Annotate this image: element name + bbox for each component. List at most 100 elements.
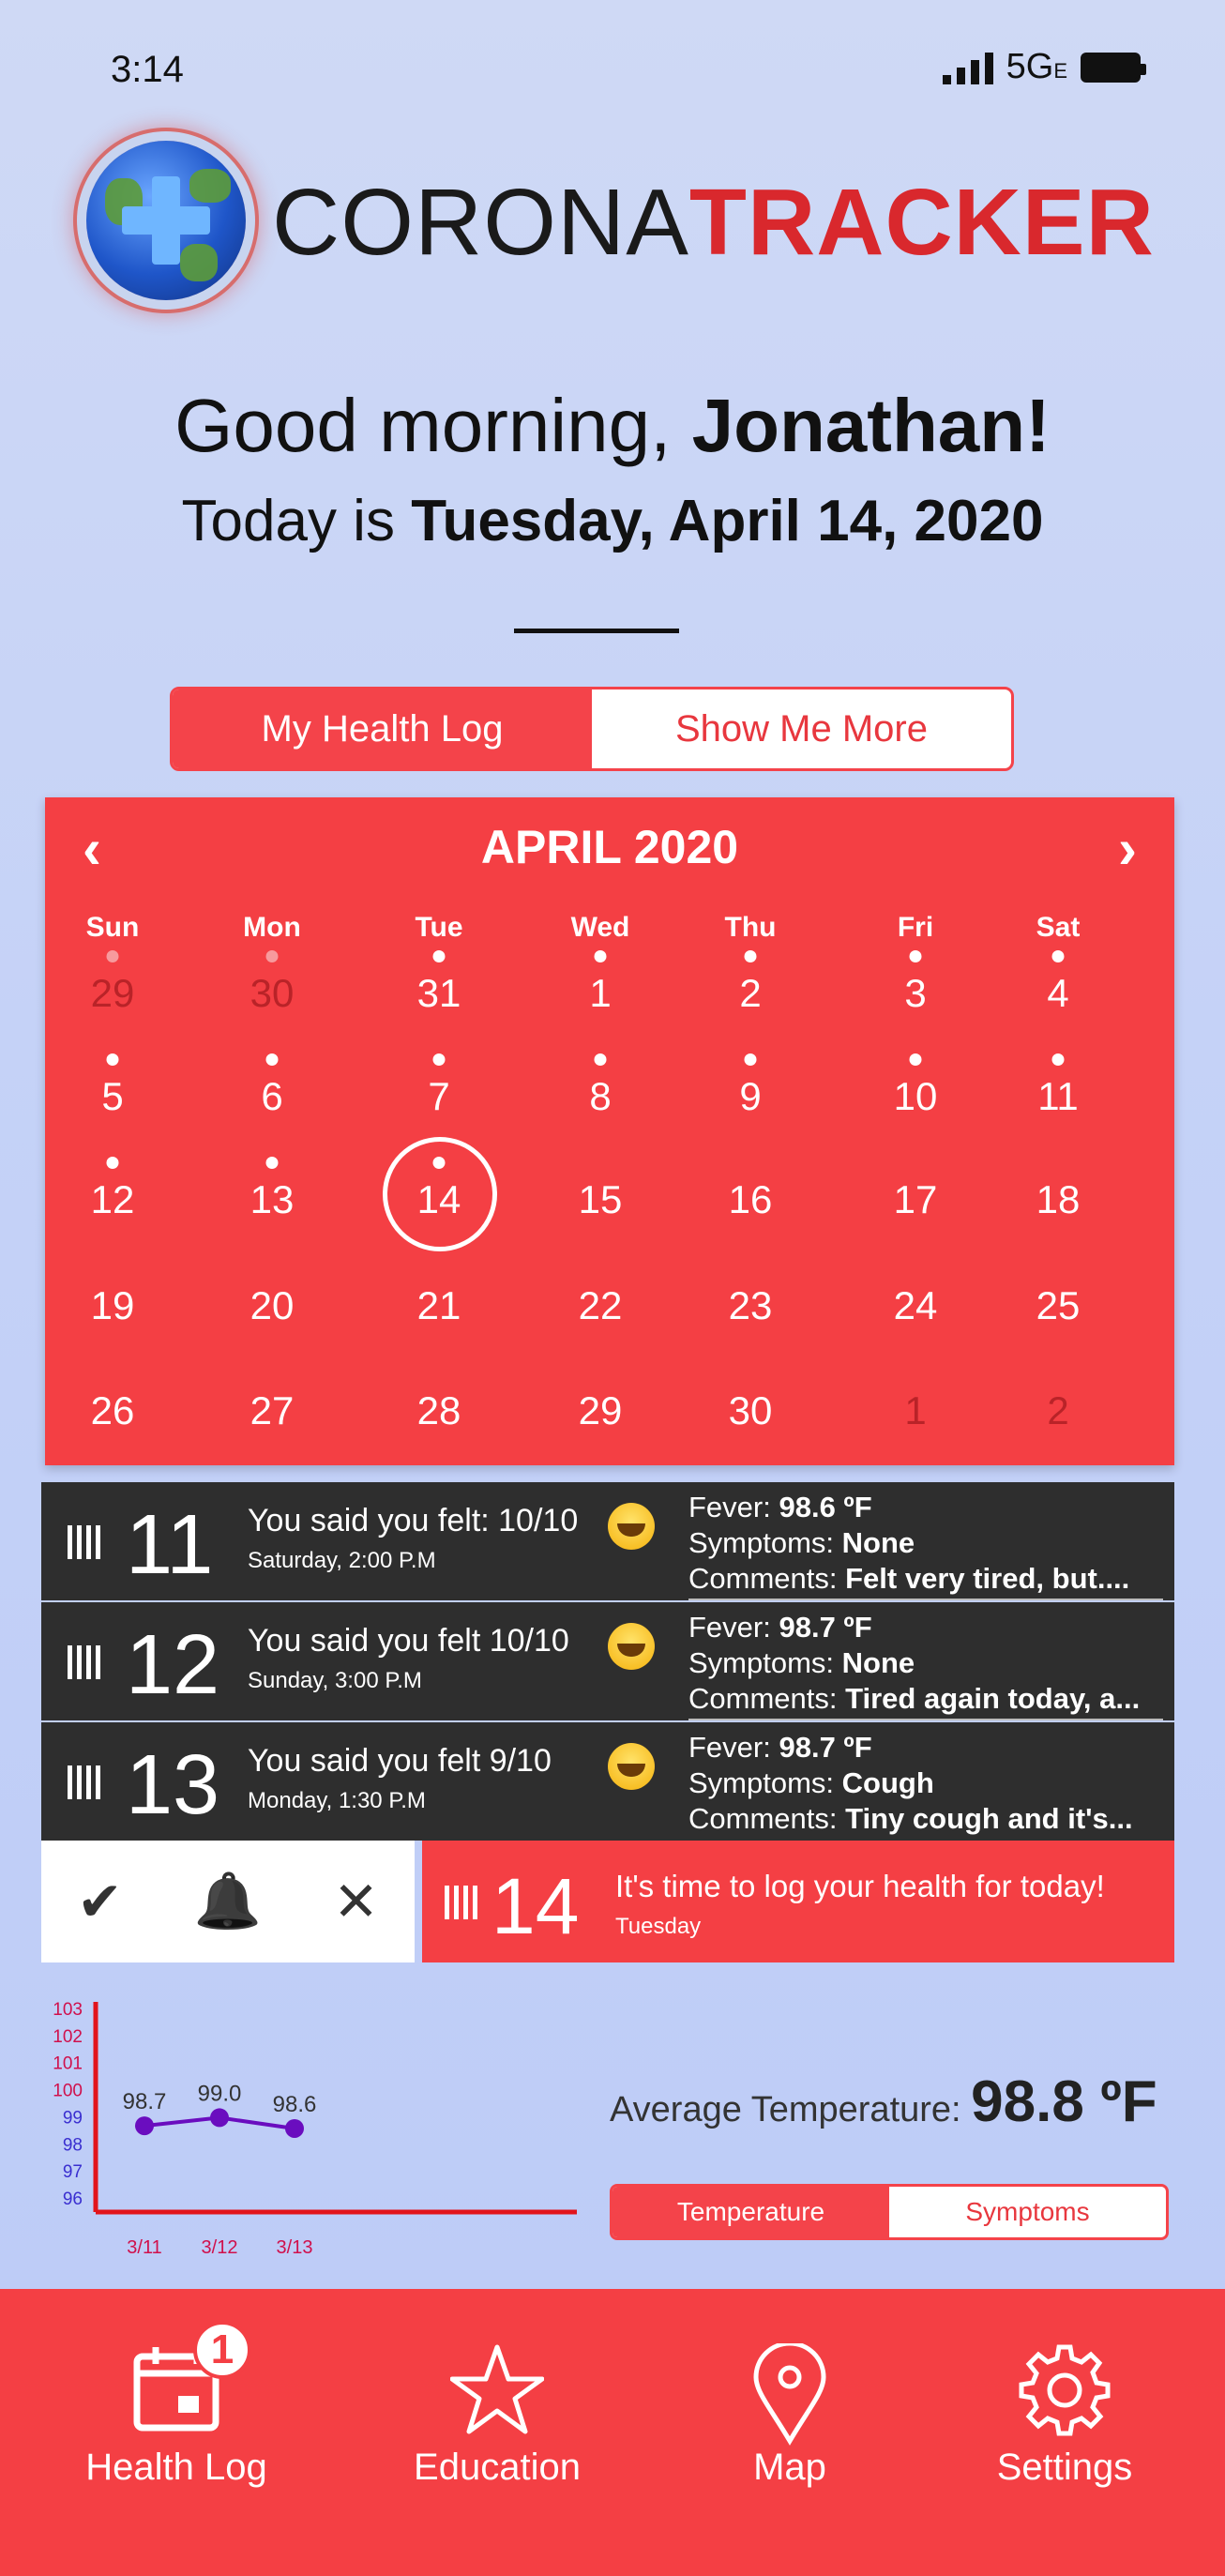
log-entry[interactable]: 11 You said you felt: 10/10 Saturday, 2:…: [41, 1482, 1174, 1600]
drag-handle-icon[interactable]: [445, 1886, 477, 1919]
data-label: 99.0: [198, 2081, 242, 2106]
bottom-tab-bar: 1 Health Log Education Map Settings: [0, 2289, 1225, 2576]
log-time: Monday, 1:30 P.M: [248, 1788, 426, 1813]
data-point: [135, 2116, 154, 2136]
corona-tracker-logo-icon: [86, 141, 246, 300]
calendar-day[interactable]: 28: [417, 1388, 461, 1433]
log-day: 11: [126, 1498, 214, 1592]
calendar-day[interactable]: 2: [739, 971, 761, 1016]
log-felt: You said you felt 10/10: [248, 1623, 569, 1659]
log-dot-indicator: [594, 950, 607, 962]
average-temperature: Average Temperature: 98.8 ºF: [610, 2069, 1157, 2134]
tab-symptoms[interactable]: Symptoms: [889, 2187, 1166, 2237]
greeting: Good morning, Jonathan!: [174, 384, 1051, 467]
calendar-day[interactable]: 29: [579, 1388, 623, 1433]
calendar-day[interactable]: 6: [261, 1074, 282, 1119]
calendar-day[interactable]: 25: [1036, 1283, 1081, 1328]
calendar-day[interactable]: 29: [91, 971, 135, 1016]
status-indicators: 5GE: [942, 47, 1146, 87]
log-dot-indicator: [1051, 1053, 1065, 1066]
calendar-day[interactable]: 1: [589, 971, 611, 1016]
log-dot-indicator: [1051, 950, 1065, 962]
log-dot-indicator: [909, 950, 922, 962]
calendar-day[interactable]: 23: [729, 1283, 773, 1328]
calendar-day[interactable]: 18: [1036, 1177, 1081, 1222]
calendar-day[interactable]: 14: [417, 1177, 461, 1222]
calendar-day[interactable]: 2: [1047, 1388, 1068, 1433]
calendar-day[interactable]: 20: [250, 1283, 295, 1328]
calendar-day[interactable]: 26: [91, 1388, 135, 1433]
x-tick-label: 3/11: [127, 2237, 161, 2258]
drag-handle-icon[interactable]: [68, 1645, 100, 1679]
tab-my-health-log[interactable]: My Health Log: [173, 689, 592, 768]
smile-emoji-icon: [608, 1503, 655, 1550]
battery-icon: [1081, 52, 1146, 83]
calendar-day[interactable]: 16: [729, 1177, 773, 1222]
y-tick-label: 98: [63, 2135, 83, 2155]
tab-settings[interactable]: Settings: [924, 2289, 1205, 2576]
calendar-day[interactable]: 27: [250, 1388, 295, 1433]
calendar-day[interactable]: 13: [250, 1177, 295, 1222]
calendar-day[interactable]: 15: [579, 1177, 623, 1222]
weekday-label: Fri: [897, 912, 934, 943]
y-tick-label: 96: [63, 2190, 83, 2209]
calendar-day[interactable]: 19: [91, 1283, 135, 1328]
calendar-day[interactable]: 4: [1047, 971, 1068, 1016]
calendar-day[interactable]: 12: [91, 1177, 135, 1222]
calendar-day[interactable]: 8: [589, 1074, 611, 1119]
data-label: 98.7: [123, 2089, 167, 2114]
y-tick-label: 102: [53, 2027, 83, 2047]
calendar-day[interactable]: 31: [417, 971, 461, 1016]
log-day: 13: [126, 1738, 220, 1832]
data-point: [285, 2118, 304, 2138]
tab-label: Map: [753, 2447, 826, 2488]
tab-education[interactable]: Education: [356, 2289, 638, 2576]
reminder-message: It's time to log your health for today!: [615, 1869, 1105, 1903]
log-dot-indicator: [432, 1053, 446, 1066]
y-tick-label: 97: [63, 2162, 83, 2182]
bell-icon[interactable]: 🔔: [194, 1870, 262, 1933]
check-icon[interactable]: ✔: [77, 1870, 123, 1933]
x-tick-label: 3/13: [277, 2237, 313, 2258]
chart-toggle: Temperature Symptoms: [610, 2184, 1169, 2240]
tab-health-log[interactable]: 1 Health Log: [36, 2289, 317, 2576]
log-dot-indicator: [744, 950, 757, 962]
log-entry[interactable]: 12 You said you felt 10/10 Sunday, 3:00 …: [41, 1602, 1174, 1720]
calendar-day[interactable]: 24: [894, 1283, 938, 1328]
log-dot-indicator: [106, 1157, 119, 1169]
average-temperature-value: 98.8 ºF: [971, 2069, 1157, 2134]
calendar-day[interactable]: 21: [417, 1283, 461, 1328]
view-toggle: My Health Log Show Me More: [170, 687, 1014, 771]
calendar-day[interactable]: 3: [904, 971, 926, 1016]
tab-temperature[interactable]: Temperature: [612, 2187, 889, 2237]
calendar-day[interactable]: 30: [729, 1388, 773, 1433]
calendar-day[interactable]: 7: [428, 1074, 449, 1119]
y-tick-label: 100: [53, 2082, 83, 2101]
calendar-day[interactable]: 17: [894, 1177, 938, 1222]
drag-handle-icon[interactable]: [68, 1765, 100, 1799]
temperature-chart: 103 102 101 100 99 98 97 96 98.7 3/11 99.0 3/12 98.6…: [47, 1998, 591, 2261]
calendar-day[interactable]: 1: [904, 1388, 926, 1433]
log-felt: You said you felt 9/10: [248, 1743, 552, 1779]
next-month-button[interactable]: ›: [1118, 816, 1137, 881]
reminder-entry[interactable]: 14 It's time to log your health for toda…: [422, 1841, 1174, 1962]
log-dot-indicator: [106, 1053, 119, 1066]
drag-handle-icon[interactable]: [68, 1525, 100, 1559]
log-dot-indicator: [265, 950, 279, 962]
calendar-month: APRIL 2020: [480, 821, 739, 873]
calendar-day[interactable]: 11: [1037, 1074, 1079, 1119]
gear-icon: [1019, 2344, 1111, 2436]
tab-map[interactable]: Map: [649, 2289, 930, 2576]
calendar-day[interactable]: 30: [250, 971, 295, 1016]
calendar-day[interactable]: 22: [579, 1283, 623, 1328]
calendar-day[interactable]: 5: [101, 1074, 123, 1119]
weekday-label: Sat: [1036, 912, 1081, 943]
weekday-label: Sun: [85, 912, 140, 943]
close-icon[interactable]: ✕: [333, 1870, 379, 1933]
calendar-day[interactable]: 10: [894, 1074, 938, 1119]
signal-icon: [942, 51, 993, 84]
calendar-day[interactable]: 9: [739, 1074, 761, 1119]
tab-show-me-more[interactable]: Show Me More: [592, 689, 1011, 768]
log-entry[interactable]: 13 You said you felt 9/10 Monday, 1:30 P…: [41, 1722, 1174, 1841]
status-time: 3:14: [111, 49, 184, 90]
